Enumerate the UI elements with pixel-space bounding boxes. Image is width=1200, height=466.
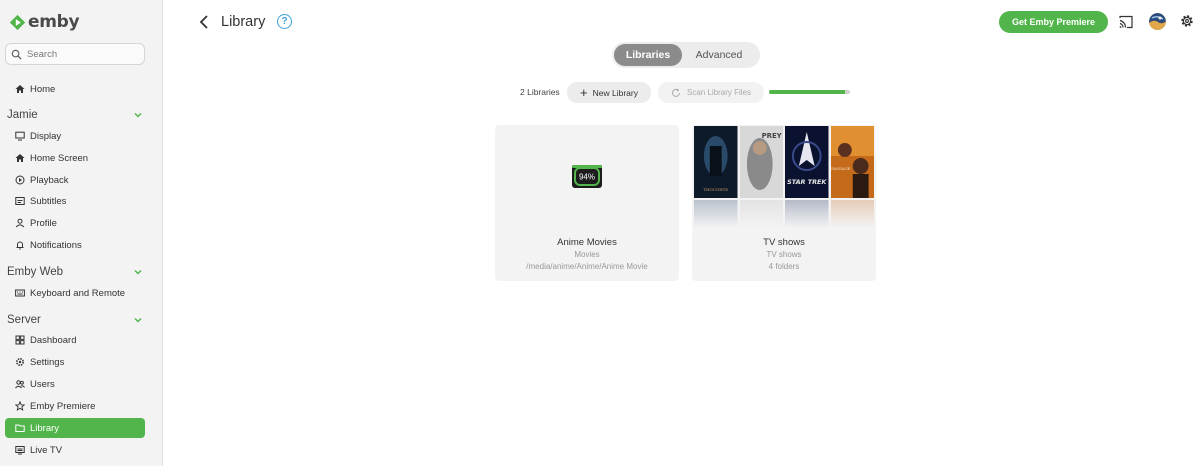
monitor-icon [15,131,25,141]
subtitles-icon [15,196,25,206]
settings-gear-icon[interactable] [1180,14,1194,28]
library-type: TV shows [766,250,802,259]
scan-library-files-button[interactable]: Scan Library Files [658,82,764,103]
library-card-tv-shows[interactable]: THOUGHTS PREY STAR TREK PASSAGE TV shows… [692,125,876,281]
section-jamie[interactable]: Jamie [7,106,145,124]
section-title: Emby Web [7,266,64,278]
gear-icon [15,357,25,367]
sidebar-item-dashboard[interactable]: Dashboard [5,330,145,350]
sidebar-item-keyboard-and-remote[interactable]: Keyboard and Remote [5,283,145,303]
page-title: Library [221,14,266,30]
scan-percent-badge: 94% [579,173,595,182]
home-icon [15,84,25,94]
library-tabs: Libraries Advanced [612,42,760,68]
scan-library-label: Scan Library Files [686,88,752,97]
sidebar-item-label: Library [30,422,60,434]
chevron-down-icon [134,112,142,118]
sidebar-item-users[interactable]: Users [5,374,145,394]
dashboard-icon [15,335,25,345]
library-folder-count: 4 folders [768,262,800,271]
tab-libraries[interactable]: Libraries [614,44,682,66]
library-count: 2 Libraries [520,87,560,97]
section-emby-web[interactable]: Emby Web [7,263,145,281]
sidebar-item-label: Subtitles [30,195,67,207]
sidebar-item-library[interactable]: Library [5,418,145,438]
poster-label: PREY [761,132,782,140]
user-avatar[interactable] [1149,13,1166,30]
poster-image: PREY [739,126,783,228]
sidebar-item-profile[interactable]: Profile [5,213,145,233]
library-card-anime-movies[interactable]: 94% Anime Movies Movies /media/anime/Ani… [495,125,679,281]
section-title: Jamie [7,109,38,121]
section-title: Server [7,314,41,326]
sidebar-item-subtitles[interactable]: Subtitles [5,191,145,211]
sidebar-item-label: Keyboard and Remote [30,287,126,299]
sidebar-item-home[interactable]: Home [5,79,145,99]
sidebar-item-label: Emby Premiere [30,400,96,412]
app-root: emby Home Jamie Display Home Screen Play… [0,0,1200,466]
sidebar-item-label: Live TV [30,444,63,456]
help-icon[interactable]: ? [277,14,292,29]
poster-image: PASSAGE [830,126,874,228]
library-name: TV shows [763,237,805,248]
sidebar-item-label: Notifications [30,239,82,251]
library-path: /media/anime/Anime/Anime Movie [526,262,648,271]
sidebar-item-label: Profile [30,217,57,229]
bell-icon [15,240,25,250]
keyboard-icon [15,288,25,298]
sidebar-item-display[interactable]: Display [5,126,145,146]
search-icon [11,49,22,60]
emby-logo-icon [9,14,26,30]
section-server[interactable]: Server [7,311,145,329]
sidebar-item-label: Settings [30,356,65,368]
sidebar-item-label: Users [30,378,55,390]
folder-icon [15,423,25,433]
scan-progress-fill [769,90,846,94]
poster-image: THOUGHTS [694,126,738,228]
home-icon [15,153,25,163]
poster-collage: THOUGHTS PREY STAR TREK PASSAGE [694,126,875,228]
tv-icon [15,445,25,455]
play-circle-icon [15,175,25,185]
sidebar-item-settings[interactable]: Settings [5,352,145,372]
sidebar-item-home-screen[interactable]: Home Screen [5,148,145,168]
logo-text: emby [28,12,80,32]
back-arrow-icon[interactable] [197,13,211,31]
new-library-button[interactable]: + New Library [567,82,651,103]
person-icon [15,218,25,228]
search-box[interactable] [5,43,145,65]
sidebar-item-label: Playback [30,174,69,186]
poster-label: PASSAGE [831,166,850,171]
sidebar-item-label: Home [30,83,56,95]
star-icon [15,401,25,411]
users-icon [15,379,25,389]
sidebar-item-emby-premiere[interactable]: Emby Premiere [5,396,145,416]
refresh-icon [671,87,680,97]
sidebar-item-label: Dashboard [30,334,77,346]
sidebar-item-live-tv[interactable]: Live TV [5,440,145,460]
poster-label: THOUGHTS [703,187,728,192]
library-type: Movies [574,250,600,259]
tab-advanced[interactable]: Advanced [682,44,756,66]
search-input[interactable] [27,48,137,60]
library-name: Anime Movies [557,237,617,248]
scanning-folder-icon: 94% [572,165,602,188]
poster-label: STAR TREK [787,178,827,186]
new-library-label: New Library [592,87,638,98]
emby-logo[interactable]: emby [9,12,80,32]
get-emby-premiere-button[interactable]: Get Emby Premiere [999,11,1108,33]
sidebar-item-notifications[interactable]: Notifications [5,235,145,255]
chevron-down-icon [134,317,142,323]
poster-image: STAR TREK [785,126,829,228]
cast-icon[interactable] [1119,15,1133,29]
chevron-down-icon [134,269,142,275]
sidebar-item-label: Display [30,130,62,142]
sidebar-item-playback[interactable]: Playback [5,170,145,190]
sidebar-item-label: Home Screen [30,152,89,164]
sidebar: emby Home Jamie Display Home Screen Play… [0,0,163,466]
scan-progress-bar [769,90,850,94]
plus-icon: + [580,85,588,100]
